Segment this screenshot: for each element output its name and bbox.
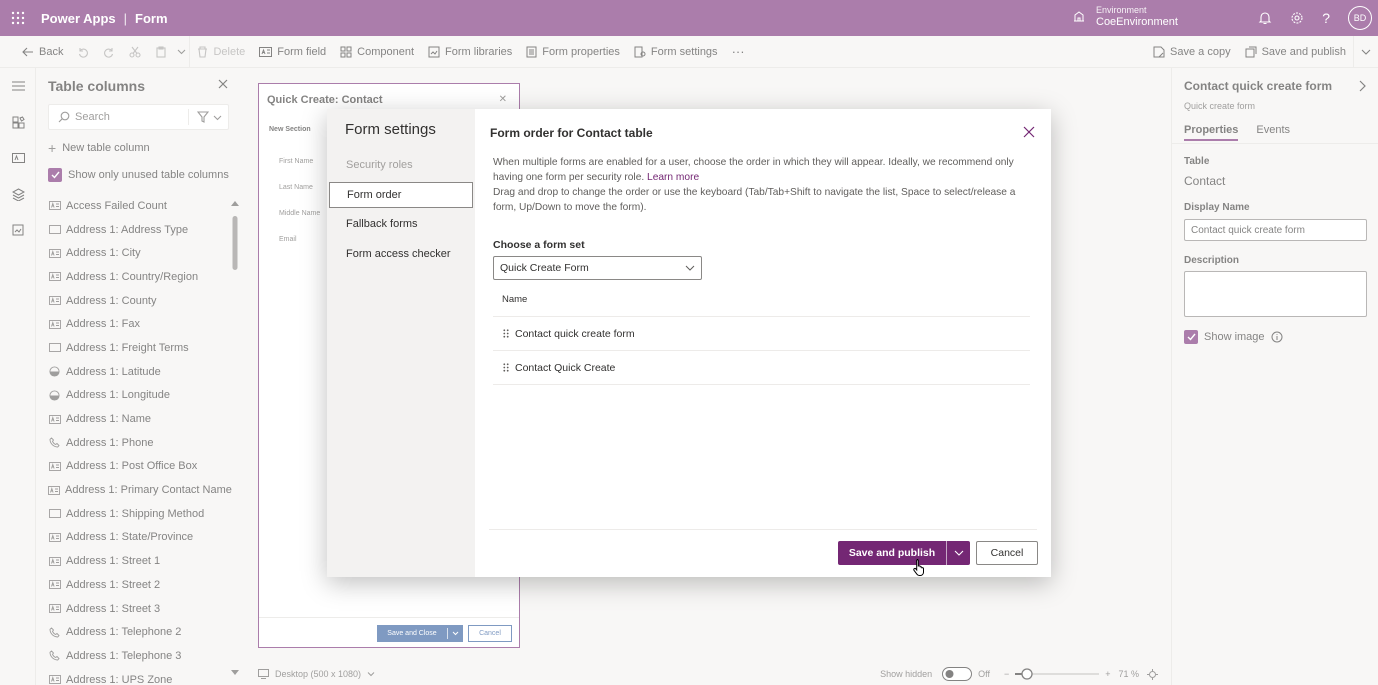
dialog-content: Form order for Contact table When multip… [475, 109, 1051, 577]
drag-handle-icon[interactable] [503, 363, 509, 372]
nav-item-fallback-forms[interactable]: Fallback forms [329, 211, 473, 237]
instructions-text: Drag and drop to change the order or use… [493, 187, 1016, 213]
dialog-nav: Form settings Security roles Form order … [327, 109, 475, 577]
save-publish-label: Save and publish [848, 547, 936, 559]
form-settings-dialog: Form settings Security roles Form order … [327, 109, 1051, 577]
nav-item-security-roles[interactable]: Security roles [329, 152, 473, 178]
learn-more-link[interactable]: Learn more [647, 172, 699, 183]
dialog-title: Form order for Contact table [490, 126, 653, 140]
cancel-button[interactable]: Cancel [976, 541, 1038, 565]
form-set-dropdown[interactable]: Quick Create Form [493, 256, 702, 280]
save-publish-chevron[interactable] [946, 541, 970, 565]
dialog-footer-divider [489, 529, 1037, 530]
form-set-value: Quick Create Form [500, 262, 589, 274]
form-order-row[interactable]: Contact Quick Create [493, 351, 1030, 385]
drag-handle-icon[interactable] [503, 329, 509, 338]
form-order-row[interactable]: Contact quick create form [493, 317, 1030, 351]
chevron-down-icon [685, 263, 695, 273]
nav-item-form-order[interactable]: Form order [329, 182, 473, 208]
hand-cursor-icon [912, 558, 928, 576]
dialog-description: When multiple forms are enabled for a us… [493, 155, 1033, 215]
close-icon[interactable] [1023, 126, 1035, 138]
form-name: Contact quick create form [515, 327, 635, 340]
save-and-publish-button[interactable]: Save and publish [838, 541, 970, 565]
form-name: Contact Quick Create [515, 361, 616, 374]
column-header-name: Name [493, 283, 1030, 317]
form-set-label: Choose a form set [493, 239, 585, 251]
nav-item-form-access-checker[interactable]: Form access checker [329, 241, 473, 267]
dialog-nav-title: Form settings [345, 121, 436, 138]
description-text: When multiple forms are enabled for a us… [493, 157, 1014, 183]
